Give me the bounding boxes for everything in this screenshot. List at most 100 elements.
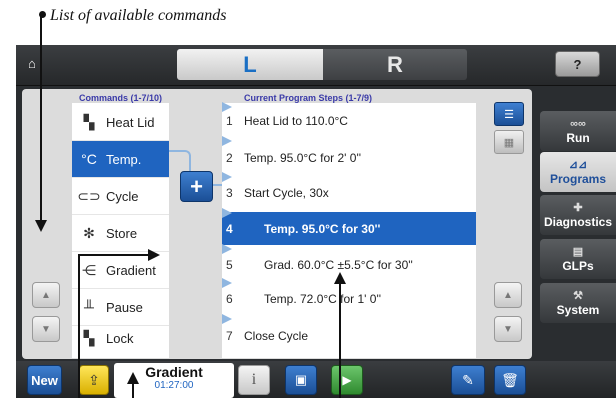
nav-run[interactable]: ∞∞ Run [540, 111, 616, 151]
step-marker-icon [222, 314, 232, 324]
annotation-arrowhead [127, 372, 139, 384]
command-label: Pause [106, 299, 143, 315]
commands-header: Commands (1-7/10) [79, 93, 163, 103]
medkit-icon: ✚ [573, 202, 583, 214]
tab-right-block[interactable]: R [323, 49, 467, 80]
list-icon: ☰ [504, 108, 514, 121]
step-text: Close Cycle [244, 328, 309, 343]
folder-icon: ⇪ [88, 371, 100, 388]
list-view-button[interactable]: ☰ [494, 102, 524, 126]
steps-scroll-up-button[interactable]: ▲ [494, 282, 522, 308]
step-text: Grad. 60.0°C ±5.5°C for 30'' [264, 257, 413, 272]
commands-scroll-down-button[interactable]: ▼ [32, 316, 60, 342]
edit-button[interactable]: ✎ [451, 365, 485, 395]
document-icon: ▤ [572, 246, 584, 258]
annotation-line [78, 254, 80, 398]
program-step[interactable]: 1 Heat Lid to 110.0°C [222, 105, 476, 136]
home-icon[interactable]: ⌂ [28, 56, 36, 71]
step-marker-icon [222, 278, 232, 288]
command-label: Store [106, 225, 138, 241]
nav-label: Diagnostics [543, 215, 612, 229]
annotation-line [339, 283, 341, 398]
command-label: Heat Lid [106, 114, 155, 130]
nav-glps[interactable]: ▤ GLPs [540, 239, 616, 279]
nav-programs[interactable]: ⊿⊿ Programs [540, 152, 616, 192]
annotation-line [78, 254, 148, 256]
command-heat-lid[interactable]: ▚ Heat Lid [72, 104, 169, 141]
annotation-arrowhead [148, 249, 160, 261]
annotation-line [40, 16, 42, 222]
command-label: Gradient [106, 262, 156, 278]
info-icon: i [251, 371, 257, 388]
info-button[interactable]: i [238, 365, 270, 395]
open-program-button[interactable]: ⇪ [79, 365, 109, 395]
chevron-down-icon: ▼ [41, 323, 51, 335]
connector-line [169, 150, 191, 172]
step-marker-icon [222, 244, 232, 254]
steps-scroll-down-button[interactable]: ▼ [494, 316, 522, 342]
command-label: Lock [106, 331, 134, 346]
program-step-selected[interactable]: 4 Temp. 95.0°C for 30'' [222, 212, 476, 245]
chevron-up-icon: ▲ [41, 289, 51, 301]
step-marker-icon [222, 208, 232, 218]
nav-system[interactable]: ⚒ System [540, 283, 616, 323]
nav-label: Programs [549, 172, 607, 186]
save-button[interactable]: ▣ [285, 365, 317, 395]
run-program-button[interactable]: ▶ [331, 365, 363, 395]
command-lock[interactable]: ▚ Lock [72, 320, 169, 357]
command-temp[interactable]: °C Temp. [72, 141, 169, 178]
nav-label: Run [566, 131, 590, 145]
program-step[interactable]: 5 Grad. 60.0°C ±5.5°C for 30'' [222, 249, 476, 280]
tab-left-block[interactable]: L [177, 49, 323, 80]
step-text: Temp. 72.0°C for 1' 0'' [264, 291, 382, 306]
annotation-arrowhead [35, 220, 47, 232]
chevron-down-icon: ▼ [503, 323, 513, 335]
step-number: 3 [226, 185, 233, 200]
nav-diagnostics[interactable]: ✚ Diagnostics [540, 195, 616, 235]
program-step[interactable]: 6 Temp. 72.0°C for 1' 0'' [222, 283, 476, 314]
delete-button[interactable]: 🗑 [494, 365, 526, 395]
step-number: 5 [226, 257, 233, 272]
programs-icon: ⊿⊿ [568, 159, 588, 171]
graph-icon: ▦ [503, 136, 515, 149]
step-text: Temp. 95.0°C for 30'' [264, 221, 381, 236]
program-step[interactable]: 7 Close Cycle [222, 320, 476, 351]
chevron-up-icon: ▲ [503, 289, 513, 301]
cycle-icon: ⊂⊃ [77, 187, 101, 204]
command-store[interactable]: ✻ Store [72, 215, 169, 252]
command-label: Cycle [106, 188, 139, 204]
step-marker-icon [222, 136, 232, 146]
step-text: Temp. 95.0°C for 2' 0'' [244, 150, 362, 165]
run-icon: ▶ [342, 373, 352, 387]
heat-lid-icon: ▚ [83, 113, 95, 130]
help-button[interactable]: ? [555, 51, 600, 77]
nav-label: GLPs [562, 259, 594, 273]
annotation-line [132, 383, 134, 398]
annotation-caption: List of available commands [50, 7, 227, 24]
step-number: 2 [226, 150, 233, 165]
step-text: Heat Lid to 110.0°C [244, 113, 348, 128]
annotation-arrowhead [334, 272, 346, 284]
pencil-icon: ✎ [462, 371, 474, 388]
temperature-icon: °C [81, 151, 97, 167]
step-number: 1 [226, 113, 233, 128]
program-step[interactable]: 3 Start Cycle, 30x [222, 177, 476, 208]
step-number: 6 [226, 291, 233, 306]
new-program-button[interactable]: New [27, 365, 62, 395]
step-number: 4 [226, 221, 233, 236]
steps-header: Current Program Steps (1-7/9) [244, 93, 373, 103]
step-marker-icon [222, 172, 232, 182]
commands-scroll-up-button[interactable]: ▲ [32, 282, 60, 308]
graph-view-button[interactable]: ▦ [494, 130, 524, 154]
trash-icon: 🗑 [501, 371, 519, 388]
nav-label: System [556, 303, 600, 317]
program-step[interactable]: 2 Temp. 95.0°C for 2' 0'' [222, 142, 476, 173]
step-number: 7 [226, 328, 233, 343]
dna-icon: ∞∞ [570, 118, 586, 130]
command-cycle[interactable]: ⊂⊃ Cycle [72, 178, 169, 215]
step-marker-icon [222, 102, 232, 112]
floppy-disk-icon: ▣ [294, 372, 308, 387]
step-text: Start Cycle, 30x [244, 185, 329, 200]
wrench-icon: ⚒ [573, 290, 583, 302]
add-step-button[interactable]: + [180, 171, 213, 202]
